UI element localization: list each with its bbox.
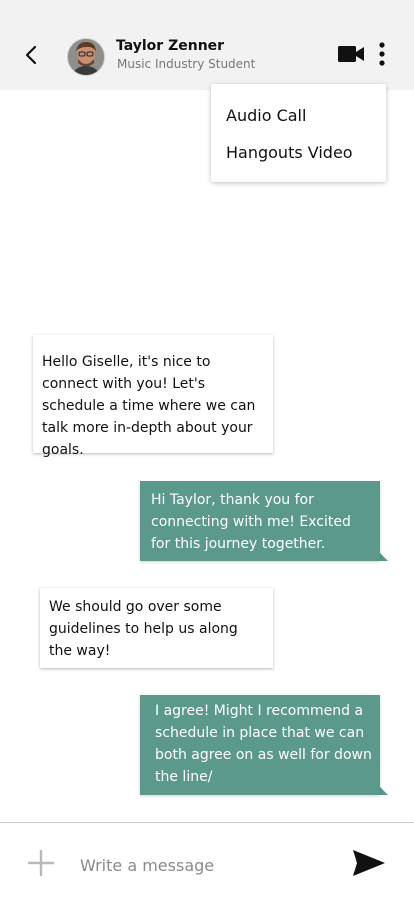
avatar[interactable] xyxy=(67,38,105,76)
outgoing-message[interactable]: Hi Taylor, thank you for connecting with… xyxy=(140,481,380,561)
outgoing-message[interactable]: I agree! Might I recommend a schedule in… xyxy=(140,695,380,795)
bubble-tail xyxy=(380,787,388,795)
menu-item-hangouts-video[interactable]: Hangouts Video xyxy=(226,143,353,162)
contact-name: Taylor Zenner xyxy=(116,38,225,54)
menu-item-audio-call[interactable]: Audio Call xyxy=(226,106,306,125)
send-icon[interactable] xyxy=(352,849,386,877)
incoming-message[interactable]: Hello Giselle, it's nice to connect with… xyxy=(33,335,273,458)
video-camera-icon[interactable] xyxy=(337,44,365,64)
bubble-tail xyxy=(380,553,388,561)
contact-subtitle: Music Industry Student xyxy=(117,57,256,71)
bubble-tail xyxy=(25,445,33,453)
incoming-message[interactable]: We should go over some guidelines to hel… xyxy=(40,588,273,668)
bubble-tail xyxy=(32,660,40,668)
plus-icon[interactable] xyxy=(27,849,55,877)
message-input[interactable] xyxy=(80,853,330,877)
chat-header: Taylor Zenner Music Industry Student xyxy=(0,0,414,90)
message-composer xyxy=(0,822,414,897)
more-vertical-icon[interactable] xyxy=(376,41,388,67)
back-arrow-icon[interactable] xyxy=(20,41,44,69)
call-options-menu: Audio Call Hangouts Video xyxy=(211,84,386,182)
